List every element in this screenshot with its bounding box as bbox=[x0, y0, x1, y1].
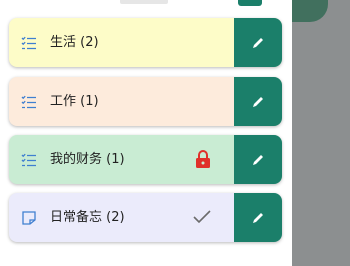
notebook-label: 我的财务 (1) bbox=[50, 152, 125, 167]
edit-button[interactable] bbox=[234, 193, 282, 242]
edit-button[interactable] bbox=[234, 135, 282, 184]
notebook-item-finance[interactable]: 我的财务 (1) bbox=[9, 135, 282, 184]
background-app-dimmed bbox=[292, 0, 350, 266]
notebook-item-memo[interactable]: 日常备忘 (2) bbox=[9, 193, 282, 242]
lock-icon bbox=[196, 150, 210, 168]
check-icon bbox=[193, 210, 211, 224]
notebook-item-work[interactable]: 工作 (1) bbox=[9, 77, 282, 126]
pencil-icon bbox=[253, 96, 263, 107]
pencil-icon bbox=[253, 154, 263, 165]
checklist-icon bbox=[21, 153, 36, 167]
notebook-list-panel: 生活 (2) 工作 (1) 我的财务 (1) 日常备忘 (2) bbox=[0, 0, 292, 266]
notebook-item-life[interactable]: 生活 (2) bbox=[9, 18, 282, 67]
checklist-icon bbox=[21, 95, 36, 109]
checklist-icon bbox=[21, 36, 36, 50]
edit-button[interactable] bbox=[234, 18, 282, 67]
panel-header-partial bbox=[120, 0, 168, 4]
notebook-label: 生活 (2) bbox=[50, 35, 99, 50]
pencil-icon bbox=[253, 37, 263, 48]
panel-header-button-partial[interactable] bbox=[238, 0, 262, 6]
edit-button[interactable] bbox=[234, 77, 282, 126]
note-icon bbox=[22, 211, 36, 225]
notebook-label: 工作 (1) bbox=[50, 94, 99, 109]
notebook-label: 日常备忘 (2) bbox=[50, 210, 125, 225]
pencil-icon bbox=[253, 212, 263, 223]
